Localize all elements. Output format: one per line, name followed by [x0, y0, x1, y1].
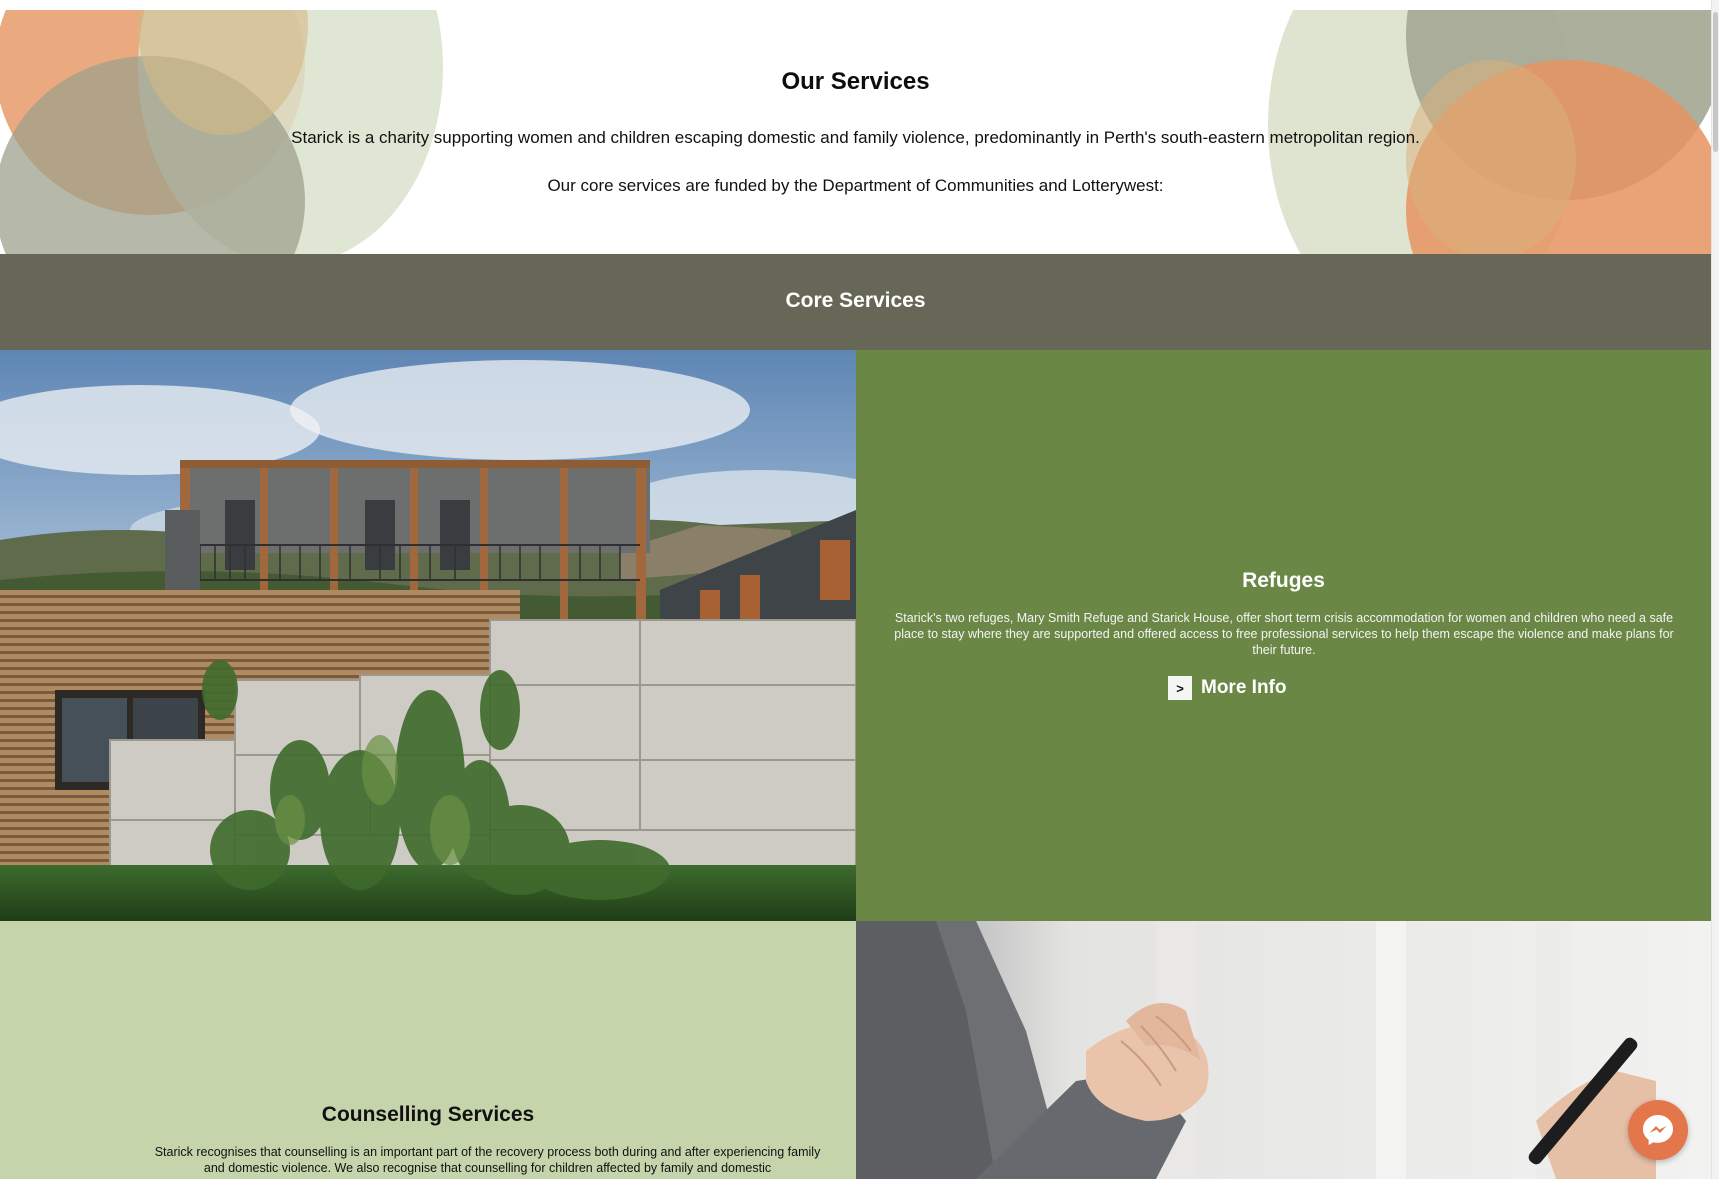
- page: Our Services Starick is a charity suppor…: [0, 0, 1719, 1179]
- more-info-link[interactable]: > More Info: [1168, 676, 1287, 700]
- core-services-title: Core Services: [785, 289, 926, 312]
- funding-text: Our core services are funded by the Depa…: [547, 176, 1164, 195]
- refuges-title: Refuges: [1242, 569, 1325, 592]
- counselling-title: Counselling Services: [321, 1103, 535, 1126]
- page-scrollbar[interactable]: [1711, 0, 1719, 1179]
- counselling-description: Starick recognises that counselling is a…: [154, 1145, 821, 1175]
- messenger-chat-button[interactable]: [1628, 1100, 1688, 1160]
- refuges-description: Starick's two refuges, Mary Smith Refuge…: [894, 611, 1674, 657]
- page-title: Our Services: [781, 68, 930, 95]
- chevron-right-icon: >: [1168, 676, 1192, 700]
- messenger-icon: [1643, 1115, 1673, 1145]
- scrollbar-thumb[interactable]: [1713, 12, 1718, 152]
- counselling-photo: [856, 921, 1711, 1179]
- refuges-card: Refuges Starick's two refuges, Mary Smit…: [856, 350, 1711, 921]
- refuge-house-photo: [0, 350, 856, 921]
- counselling-card: Counselling Services Starick recognises …: [0, 921, 856, 1179]
- intro-text: Starick is a charity supporting women an…: [291, 128, 1420, 147]
- more-info-label: More Info: [1201, 677, 1287, 698]
- core-services-band: Core Services: [0, 254, 1711, 350]
- services-hero: Our Services Starick is a charity suppor…: [0, 10, 1711, 255]
